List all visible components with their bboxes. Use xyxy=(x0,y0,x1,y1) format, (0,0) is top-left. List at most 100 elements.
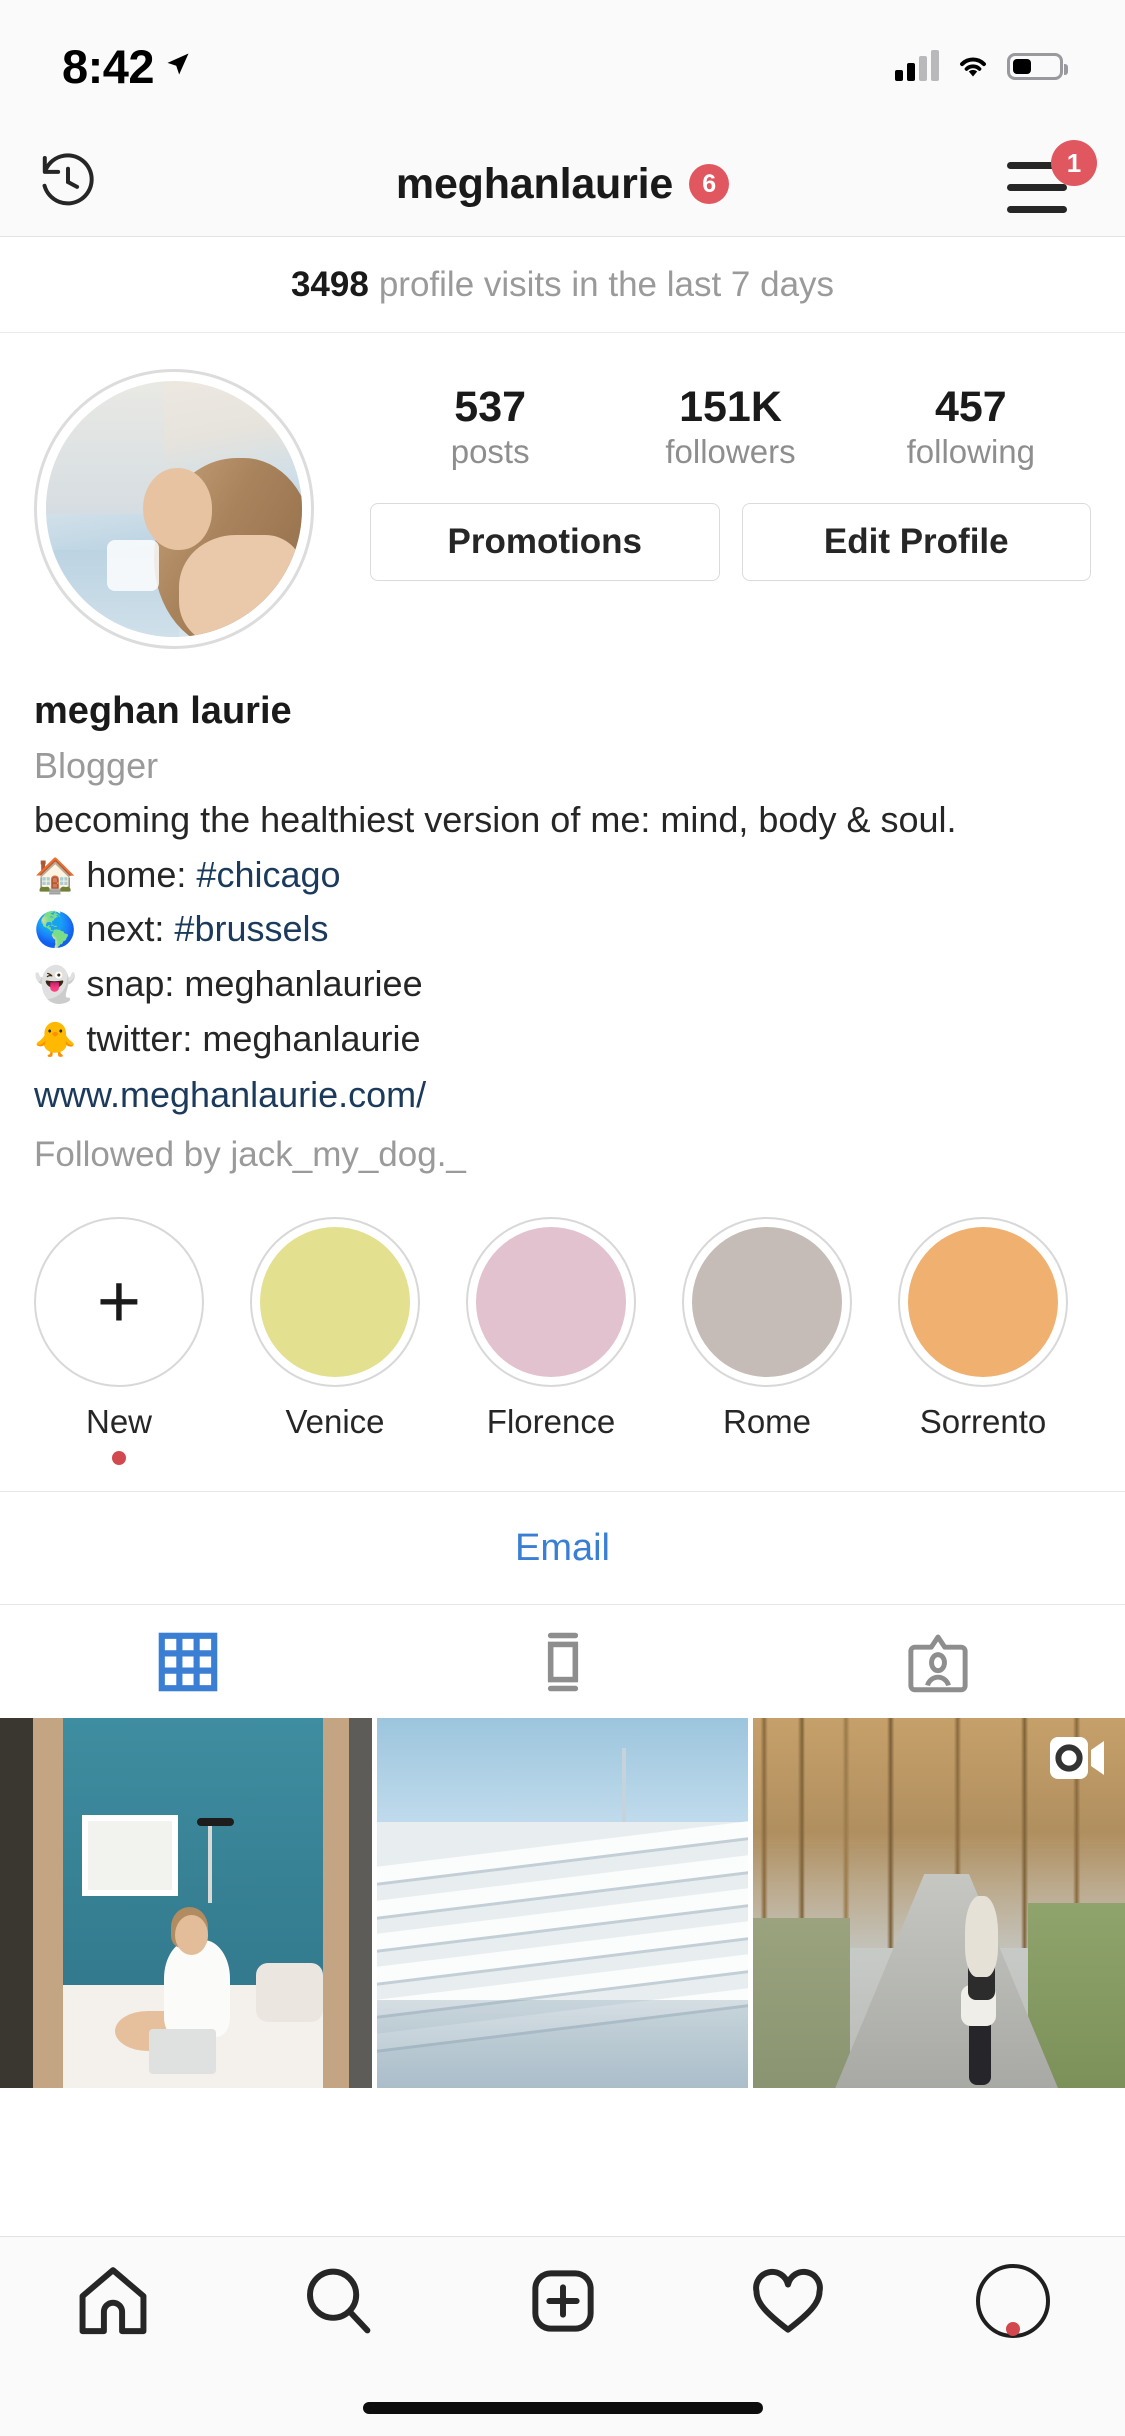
username-text: meghanlaurie xyxy=(395,159,674,208)
house-emoji: 🏠 xyxy=(34,856,77,895)
post-forest-road[interactable] xyxy=(753,1718,1125,2089)
bio-website-link[interactable]: www.meghanlaurie.com/ xyxy=(34,1067,1091,1124)
profile-header-row: 537 posts 151K followers 457 following P… xyxy=(0,369,1125,649)
home-indicator xyxy=(362,2402,763,2414)
highlight-venice-ring xyxy=(250,1217,420,1388)
grid-icon xyxy=(158,1632,217,1692)
highlight-rome[interactable]: Rome xyxy=(682,1217,852,1465)
bio-line-snap: 👻 snap: meghanlauriee xyxy=(34,957,1091,1012)
stat-following[interactable]: 457 following xyxy=(851,383,1091,471)
status-bar-right xyxy=(895,50,1068,81)
stat-followers[interactable]: 151K followers xyxy=(610,383,850,471)
home-icon xyxy=(79,2267,146,2335)
highlight-florence-cover xyxy=(476,1227,626,1378)
email-row: Email xyxy=(0,1492,1125,1605)
tab-list[interactable] xyxy=(375,1605,750,1718)
profile-action-buttons: Promotions Edit Profile xyxy=(370,503,1091,582)
posts-grid xyxy=(0,1718,1125,2089)
highlight-rome-cover xyxy=(692,1227,842,1378)
profile-username-title[interactable]: meghanlaurie 6 xyxy=(0,160,1125,209)
bio-display-name: meghan laurie xyxy=(34,690,292,732)
profile-stats-and-actions: 537 posts 151K followers 457 following P… xyxy=(314,369,1091,582)
highlight-venice[interactable]: Venice xyxy=(250,1217,420,1465)
hashtag-chicago[interactable]: #chicago xyxy=(196,854,340,895)
nav-search[interactable] xyxy=(225,2259,450,2343)
nav-profile[interactable] xyxy=(900,2264,1125,2338)
nav-home[interactable] xyxy=(0,2259,225,2343)
status-bar-left: 8:42 xyxy=(62,39,192,94)
highlight-new-ring: + xyxy=(34,1217,204,1388)
post-image-1 xyxy=(0,1718,372,2089)
following-count: 457 xyxy=(934,383,1007,431)
highlight-venice-cover xyxy=(260,1227,410,1378)
heart-icon xyxy=(752,2268,823,2333)
highlight-sorrento[interactable]: Sorrento xyxy=(898,1217,1068,1465)
email-button[interactable]: Email xyxy=(515,1527,610,1570)
bio-line-twitter: 🐥 twitter: meghanlaurie xyxy=(34,1012,1091,1067)
profile-avatar[interactable] xyxy=(34,369,314,649)
profile-header: 537 posts 151K followers 457 following P… xyxy=(0,333,1125,1605)
tagged-person-icon xyxy=(907,1634,968,1693)
hashtag-brussels[interactable]: #brussels xyxy=(174,908,328,949)
profile-visits-banner[interactable]: 3498 profile visits in the last 7 days xyxy=(0,237,1125,333)
followers-label: followers xyxy=(665,433,796,471)
posts-label: posts xyxy=(450,433,530,471)
promotions-button[interactable]: Promotions xyxy=(370,503,720,582)
bio-line-home-text: home: xyxy=(86,853,197,895)
highlight-new-dot xyxy=(112,1451,126,1466)
profile-visits-label: profile visits in the last 7 days xyxy=(378,264,835,304)
bio-line-home: 🏠 home: #chicago xyxy=(34,848,1091,903)
tab-tagged[interactable] xyxy=(750,1605,1125,1718)
profile-notification-dot xyxy=(1005,2322,1020,2336)
location-arrow-icon xyxy=(167,53,189,75)
add-post-icon xyxy=(531,2270,594,2332)
highlight-venice-label: Venice xyxy=(285,1403,385,1441)
status-bar: 8:42 xyxy=(0,0,1125,132)
bio-category: Blogger xyxy=(34,744,159,786)
avatar-image xyxy=(46,381,302,637)
nav-add[interactable] xyxy=(450,2259,675,2343)
story-highlights-row[interactable]: + New Venice Florence Rome Sorrento xyxy=(0,1183,1125,1466)
plus-icon: + xyxy=(96,1259,142,1345)
chick-emoji: 🐥 xyxy=(34,1020,77,1059)
menu-button[interactable]: 1 xyxy=(1007,140,1097,220)
bio-tagline: becoming the healthiest version of me: m… xyxy=(34,798,957,840)
bio-line-snap-text: snap: meghanlauriee xyxy=(86,963,423,1005)
bottom-navigation-bar xyxy=(0,2236,1125,2436)
followers-count: 151K xyxy=(679,383,782,431)
highlight-sorrento-label: Sorrento xyxy=(919,1403,1047,1441)
username-badge: 6 xyxy=(689,164,730,204)
search-icon xyxy=(306,2268,370,2334)
battery-icon xyxy=(1007,52,1068,80)
tab-grid[interactable] xyxy=(0,1605,375,1718)
posts-count: 537 xyxy=(454,383,527,431)
followed-by-label[interactable]: Followed by jack_my_dog._ xyxy=(34,1127,1091,1183)
highlight-florence-ring xyxy=(466,1217,636,1388)
wifi-icon xyxy=(960,57,986,77)
post-bedroom-laptop[interactable] xyxy=(0,1718,372,2089)
highlight-sorrento-cover xyxy=(908,1227,1058,1378)
ghost-emoji: 👻 xyxy=(34,966,77,1005)
globe-emoji: 🌎 xyxy=(34,911,77,950)
highlight-rome-ring xyxy=(682,1217,852,1388)
highlight-rome-label: Rome xyxy=(722,1403,812,1441)
stat-posts[interactable]: 537 posts xyxy=(370,383,610,471)
highlight-florence[interactable]: Florence xyxy=(466,1217,636,1465)
instagram-profile-screen: 8:42 meghanlaurie 6 1 3498 profile visit… xyxy=(0,0,1125,2436)
content-tabs xyxy=(0,1604,1125,1719)
post-image-2 xyxy=(376,1718,749,2089)
following-label: following xyxy=(906,433,1036,471)
nav-activity[interactable] xyxy=(675,2259,900,2343)
post-bleachers[interactable] xyxy=(376,1718,749,2089)
profile-bio: meghan laurie Blogger becoming the healt… xyxy=(0,649,1125,1184)
stats-row: 537 posts 151K followers 457 following xyxy=(370,383,1091,471)
highlight-florence-label: Florence xyxy=(486,1403,616,1441)
list-feed-icon xyxy=(547,1632,578,1692)
bottom-nav-items xyxy=(0,2237,1125,2365)
highlight-new[interactable]: + New xyxy=(34,1217,204,1466)
highlight-new-label: New xyxy=(85,1403,153,1441)
video-camera-icon xyxy=(1050,1737,1105,1780)
bio-line-next-text: next: xyxy=(86,908,175,950)
edit-profile-button[interactable]: Edit Profile xyxy=(741,503,1091,582)
menu-badge: 1 xyxy=(1051,140,1097,186)
